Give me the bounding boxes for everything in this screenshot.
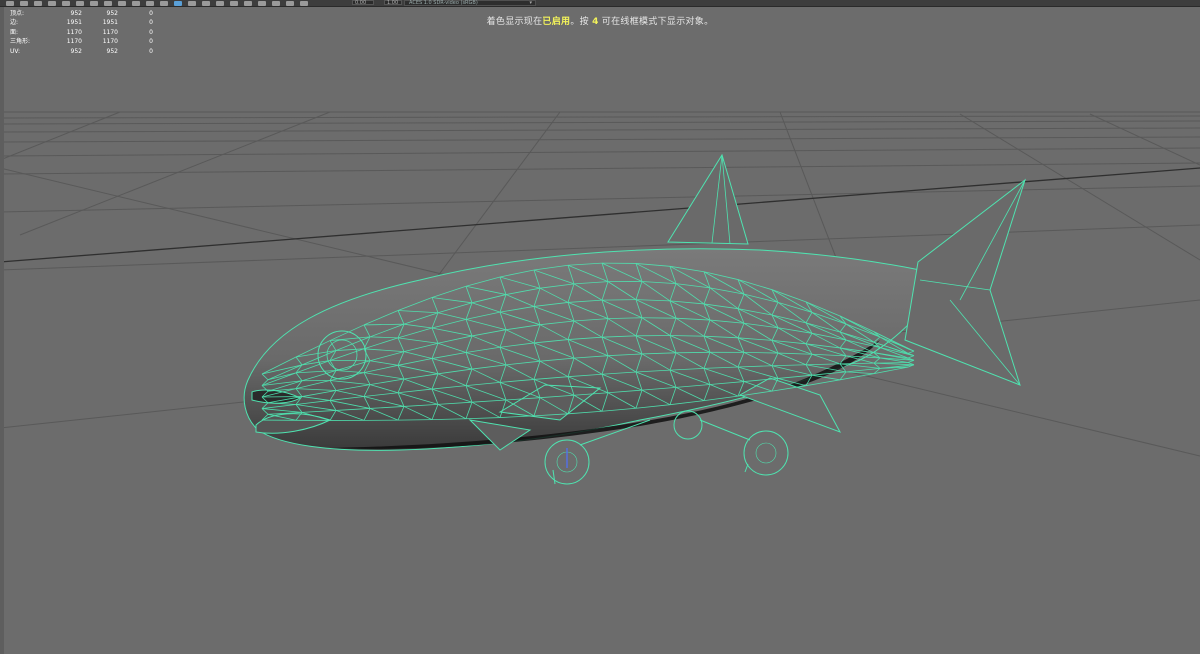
toolbar-tool-icon[interactable] <box>62 0 70 6</box>
3d-viewport[interactable] <box>0 0 1200 654</box>
hud-label: 三角形: <box>10 38 31 46</box>
viewport-toolbar: 0.00 1.00 ACES 1.0 SDR-video (sRGB) ▾ <box>0 0 1200 7</box>
wire-edge <box>907 359 915 363</box>
toolbar-field-a[interactable]: 0.00 <box>352 0 374 6</box>
toolbar-tool-icon[interactable] <box>132 0 140 6</box>
toolbar-field-b[interactable]: 1.00 <box>384 0 402 6</box>
viewport-message: 着色显示现在已启用。按 4 可在线框模式下显示对象。 <box>0 14 1200 27</box>
toolbar-tool-icon[interactable] <box>300 0 308 6</box>
toolbar-tool-icon[interactable] <box>160 0 168 6</box>
hud-row: 面: 1170 1170 0 <box>10 28 153 38</box>
hud-value: 1170 <box>102 28 118 36</box>
message-text: 着色显示现在 <box>486 17 543 27</box>
toolbar-tool-icon[interactable] <box>188 0 196 6</box>
toolbar-tool-icon[interactable] <box>146 0 154 6</box>
toolbar-tool-icon[interactable] <box>216 0 224 6</box>
hud-value: 1170 <box>66 28 82 36</box>
wire-edge <box>907 350 915 354</box>
hud-value: 0 <box>149 47 153 55</box>
toolbar-tool-icon[interactable] <box>90 0 98 6</box>
colorspace-label: ACES 1.0 SDR-video (sRGB) <box>409 0 478 6</box>
toolbar-tool-icon[interactable] <box>286 0 294 6</box>
toolbar-tool-icon[interactable] <box>118 0 126 6</box>
toolbar-tool-icon[interactable] <box>48 0 56 6</box>
toolbar-tool-icon[interactable] <box>104 0 112 6</box>
hud-value: 952 <box>106 47 118 55</box>
message-text: 。按 <box>570 17 593 27</box>
colorspace-dropdown[interactable]: ACES 1.0 SDR-video (sRGB) ▾ <box>404 0 536 6</box>
message-text: 可在线框模式下显示对象。 <box>598 17 714 27</box>
hud-value: 0 <box>149 28 153 36</box>
toolbar-tool-icon[interactable] <box>230 0 238 6</box>
wire-edge <box>845 371 875 375</box>
hud-value: 1170 <box>66 38 82 46</box>
toolbar-tool-icon[interactable] <box>272 0 280 6</box>
hud-value: 952 <box>70 47 82 55</box>
toolbar-tool-icon[interactable] <box>6 0 14 6</box>
toolbar-tool-icon[interactable] <box>244 0 252 6</box>
wire-edge <box>907 348 915 352</box>
colorspace-dropdown-icon: ▾ <box>529 0 532 6</box>
hud-label: 面: <box>10 28 19 36</box>
toolbar-tool-icon[interactable] <box>76 0 84 6</box>
hud-value: 0 <box>149 38 153 46</box>
wire-edge <box>397 419 433 421</box>
toolbar-tool-icon[interactable] <box>20 0 28 6</box>
viewport-left-edge <box>0 6 4 654</box>
hud-label: UV: <box>10 47 21 55</box>
toolbar-tool-icon[interactable] <box>202 0 210 6</box>
hud-row: UV: 952 952 0 <box>10 47 153 57</box>
toolbar-tool-icon[interactable] <box>258 0 266 6</box>
hud-row: 三角形: 1170 1170 0 <box>10 38 153 48</box>
wire-edge <box>873 357 881 364</box>
wire-edge <box>873 362 915 366</box>
toolbar-tool-icon[interactable] <box>174 0 182 6</box>
toolbar-tool-icon[interactable] <box>34 0 42 6</box>
wire-edge <box>845 367 881 373</box>
wire-edge <box>907 355 915 359</box>
wire-edge <box>601 299 637 301</box>
hud-value: 1170 <box>102 38 118 46</box>
message-highlight: 已启用 <box>542 17 571 27</box>
